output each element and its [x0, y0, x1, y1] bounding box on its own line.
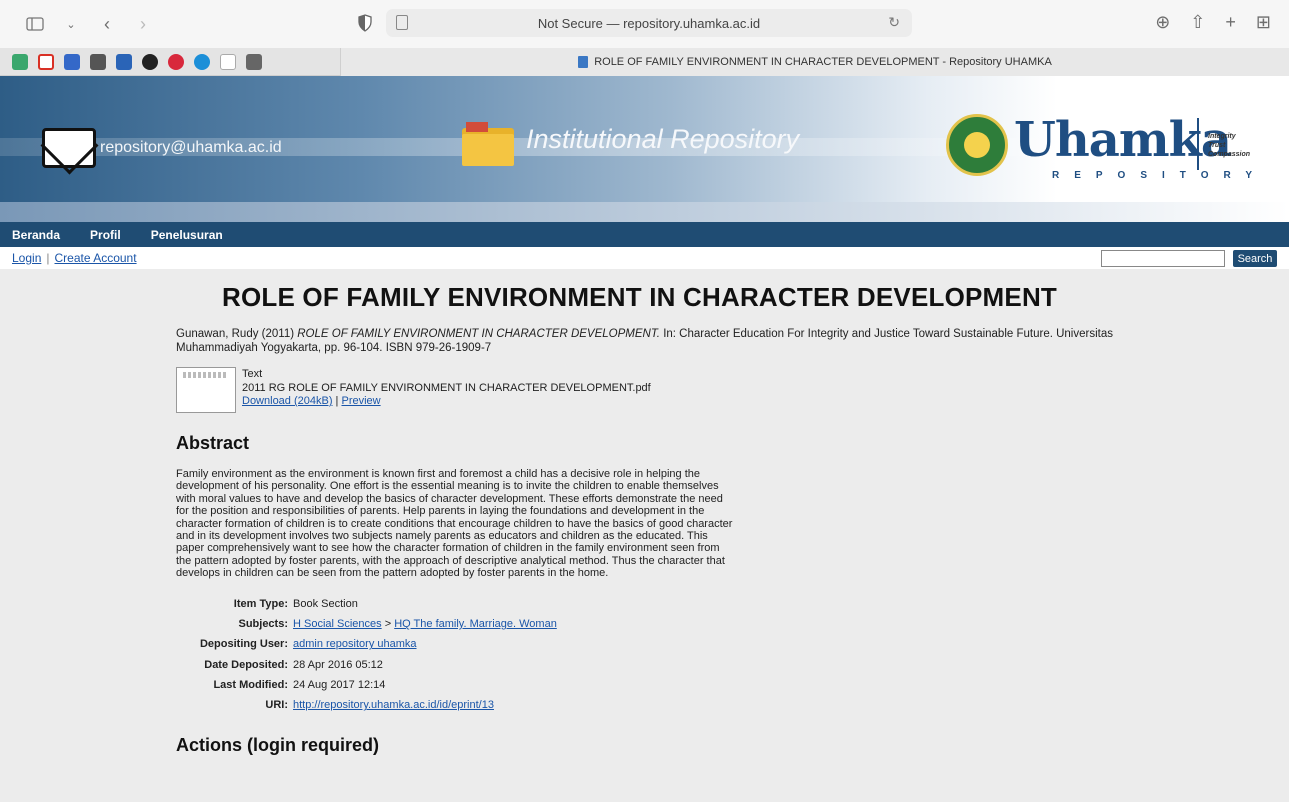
create-account-link[interactable]: Create Account: [55, 251, 137, 265]
new-tab-icon[interactable]: +: [1225, 12, 1236, 33]
meta-label: Subjects:: [238, 618, 288, 631]
nav-profil[interactable]: Profil: [90, 228, 121, 242]
citation: Gunawan, Rudy (2011) ROLE OF FAMILY ENVI…: [176, 327, 1189, 355]
citation-author: Gunawan, Rudy (2011): [176, 328, 298, 340]
tab-title-text: ROLE OF FAMILY ENVIRONMENT IN CHARACTER …: [594, 56, 1052, 68]
subject-separator: >: [381, 618, 395, 631]
favorite-icon[interactable]: [168, 53, 184, 70]
preview-link[interactable]: Preview: [341, 395, 380, 407]
tagline-word: Integrity: [1208, 133, 1236, 140]
favorite-icon[interactable]: [64, 53, 80, 70]
meta-row: Depositing User: admin repository uhamka: [176, 634, 1189, 654]
document-icon: [578, 56, 589, 68]
institutional-repository-title: Institutional Repository: [526, 124, 800, 154]
folder-icon: [462, 122, 514, 166]
tagline-word: Compassion: [1208, 151, 1251, 158]
tagline-word: Trust: [1208, 142, 1226, 149]
date-deposited-value: 28 Apr 2016 05:12: [293, 658, 383, 671]
file-block: Text 2011 RG ROLE OF FAMILY ENVIRONMENT …: [176, 367, 1189, 413]
meta-label: Last Modified:: [213, 678, 288, 691]
subject-link[interactable]: HQ The family. Marriage. Woman: [394, 618, 557, 630]
brand-sub: REPOSITORY: [1052, 170, 1268, 181]
reload-icon[interactable]: ↻: [888, 14, 900, 31]
university-seal-logo: [946, 114, 1008, 176]
meta-label: Item Type:: [233, 597, 288, 610]
brand-tagline: Integrity Trust Compassion: [1208, 132, 1250, 159]
account-bar: Login | Create Account Search: [0, 247, 1289, 269]
favorite-icon[interactable]: [194, 53, 210, 70]
abstract-heading: Abstract: [176, 433, 250, 453]
download-link[interactable]: Download (204kB): [242, 395, 333, 407]
depositor-value: admin repository uhamka: [293, 638, 417, 650]
login-link[interactable]: Login: [12, 251, 41, 265]
meta-label: URI:: [265, 699, 288, 712]
mail-icon: [42, 128, 96, 168]
main-content: ROLE OF FAMILY ENVIRONMENT IN CHARACTER …: [0, 282, 1289, 756]
privacy-shield-icon[interactable]: [358, 14, 372, 32]
file-links: Download (204kB) | Preview: [242, 395, 651, 409]
back-icon[interactable]: ‹: [96, 13, 118, 35]
depositor-link[interactable]: admin repository uhamka: [293, 638, 417, 650]
chevron-down-icon[interactable]: ⌄: [60, 13, 82, 35]
file-info: Text 2011 RG ROLE OF FAMILY ENVIRONMENT …: [242, 368, 651, 413]
uri-link[interactable]: http://repository.uhamka.ac.id/id/eprint…: [293, 699, 494, 711]
nav-penelusuran[interactable]: Penelusuran: [151, 228, 223, 242]
favorite-icon[interactable]: [220, 53, 236, 70]
actions-heading: Actions (login required): [176, 735, 380, 756]
search-button[interactable]: Search: [1233, 250, 1277, 267]
banner-band: [0, 202, 1289, 222]
gmail-icon[interactable]: [38, 53, 54, 70]
favorite-icon[interactable]: [12, 53, 28, 70]
item-type-value: Book Section: [293, 597, 358, 610]
meta-label: Date Deposited:: [204, 658, 288, 671]
download-icon[interactable]: ⊕: [1155, 12, 1170, 33]
browser-toolbar: ⌄ ‹ › Not Secure — repository.uhamka.ac.…: [0, 0, 1289, 48]
meta-label: Depositing User:: [199, 638, 288, 651]
search-input[interactable]: [1101, 250, 1225, 267]
nav-beranda[interactable]: Beranda: [12, 228, 60, 242]
share-icon[interactable]: ⇧: [1190, 12, 1205, 33]
meta-row: Date Deposited: 28 Apr 2016 05:12: [176, 655, 1189, 675]
file-type: Text: [242, 368, 263, 380]
favorite-icon[interactable]: [116, 53, 132, 70]
meta-row: Last Modified: 24 Aug 2017 12:14: [176, 675, 1189, 695]
subjects-value: H Social Sciences > HQ The family. Marri…: [293, 618, 557, 630]
forward-icon[interactable]: ›: [132, 13, 154, 35]
site-banner: repository@uhamka.ac.id Institutional Re…: [0, 76, 1289, 222]
active-tab[interactable]: ROLE OF FAMILY ENVIRONMENT IN CHARACTER …: [340, 48, 1289, 76]
meta-row: Item Type: Book Section: [176, 594, 1189, 614]
favorites-bar: ROLE OF FAMILY ENVIRONMENT IN CHARACTER …: [0, 48, 1289, 76]
subject-link[interactable]: H Social Sciences: [293, 618, 382, 630]
meta-row: URI: http://repository.uhamka.ac.id/id/e…: [176, 695, 1189, 715]
url-text: Not Secure — repository.uhamka.ac.id: [537, 15, 761, 31]
last-modified-value: 24 Aug 2017 12:14: [293, 678, 386, 691]
brand-divider: [1197, 118, 1199, 170]
main-nav: Beranda Profil Penelusuran: [0, 222, 1289, 247]
tab-overview-icon[interactable]: ⊞: [1256, 12, 1271, 33]
uri-value: http://repository.uhamka.ac.id/id/eprint…: [293, 699, 494, 711]
citation-title: ROLE OF FAMILY ENVIRONMENT IN CHARACTER …: [297, 328, 660, 340]
favorite-icon[interactable]: [142, 53, 158, 70]
link-separator: |: [46, 251, 50, 265]
page-icon: [396, 15, 408, 30]
page-title: ROLE OF FAMILY ENVIRONMENT IN CHARACTER …: [221, 282, 1058, 312]
favorite-icon[interactable]: [246, 53, 262, 70]
meta-row: Subjects: H Social Sciences > HQ The fam…: [176, 614, 1189, 634]
document-thumbnail[interactable]: [176, 367, 236, 413]
repository-email: repository@uhamka.ac.id: [100, 139, 282, 156]
address-bar[interactable]: Not Secure — repository.uhamka.ac.id ↻: [386, 9, 912, 37]
favorite-icon[interactable]: [90, 53, 106, 70]
sidebar-toggle-icon[interactable]: [24, 13, 46, 35]
metadata-table: Item Type: Book Section Subjects: H Soci…: [176, 594, 1189, 716]
file-name: 2011 RG ROLE OF FAMILY ENVIRONMENT IN CH…: [242, 381, 651, 394]
abstract-text: Family environment as the environment is…: [176, 468, 733, 580]
